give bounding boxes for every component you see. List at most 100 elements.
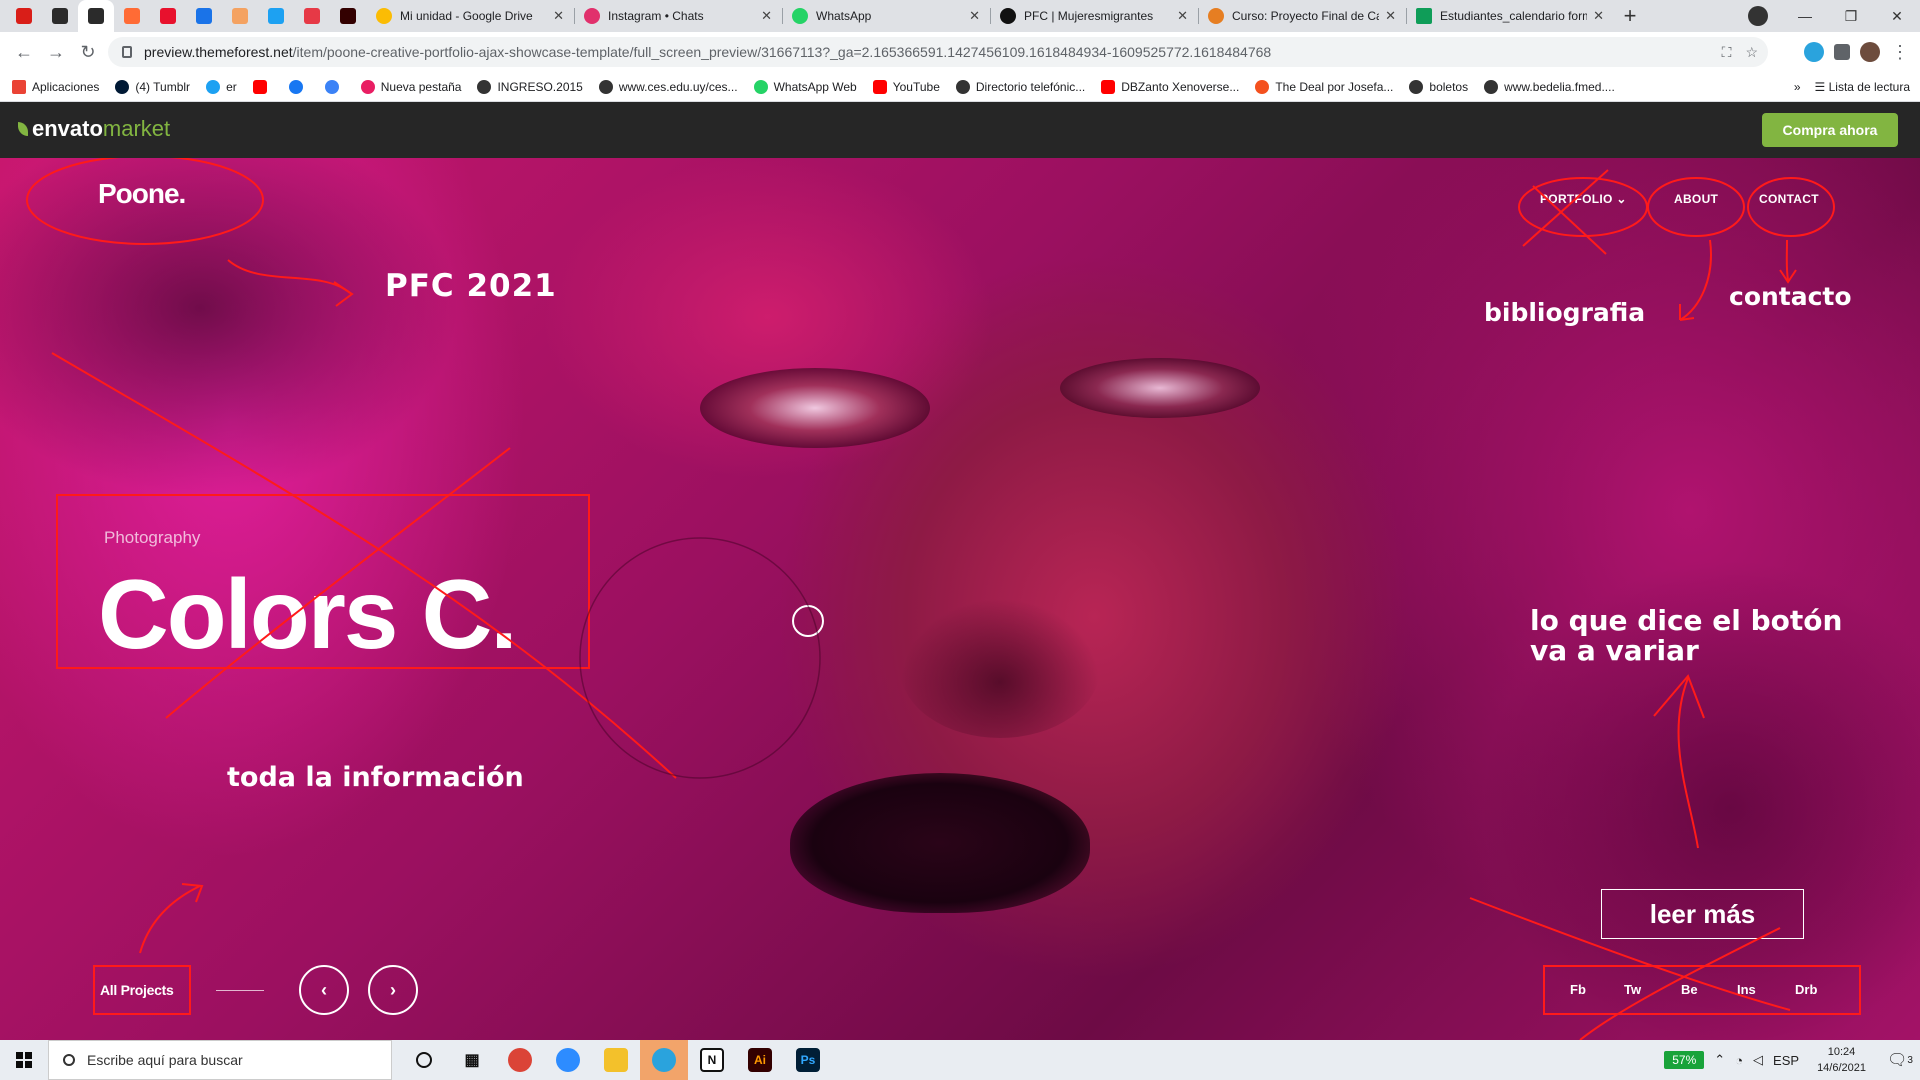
telegram-extension-icon[interactable]	[1804, 42, 1824, 62]
hero-section: Poone. PORTFOLIO ⌄ ABOUT CONTACT Photogr…	[0, 158, 1920, 1040]
language-indicator[interactable]: ESP	[1773, 1053, 1799, 1068]
nav-portfolio[interactable]: PORTFOLIO ⌄	[1532, 186, 1635, 212]
volume-icon[interactable]: ◁	[1753, 1052, 1763, 1068]
cortana-button[interactable]	[400, 1040, 448, 1080]
social-link-tw[interactable]: Tw	[1624, 982, 1641, 997]
pinned-tab[interactable]	[222, 0, 258, 32]
bookmark-item[interactable]	[252, 79, 273, 94]
chevron-left-icon: ‹	[321, 979, 327, 1000]
buy-now-button[interactable]: Compra ahora	[1762, 113, 1898, 147]
bookmark-apps[interactable]: Aplicaciones	[12, 79, 99, 94]
browser-tab[interactable]: Curso: Proyecto Final de Ca ✕	[1198, 0, 1406, 32]
bookmark-item[interactable]	[324, 79, 345, 94]
pinned-tab[interactable]	[150, 0, 186, 32]
close-tab-icon[interactable]: ✕	[1593, 8, 1604, 24]
browser-tab[interactable]: Estudiantes_calendario form ✕	[1406, 0, 1614, 32]
bookmark-item[interactable]: The Deal por Josefa...	[1255, 79, 1393, 94]
restore-button[interactable]: ❐	[1828, 0, 1874, 32]
social-link-ins[interactable]: Ins	[1737, 982, 1756, 997]
address-bar[interactable]: preview.themeforest.net/item/poone-creat…	[108, 37, 1768, 67]
browser-tab[interactable]: Mi unidad - Google Drive ✕	[366, 0, 574, 32]
globe-icon	[477, 79, 492, 94]
more-bookmarks-button[interactable]: »	[1794, 80, 1801, 94]
clock[interactable]: 10:24 14/6/2021	[1817, 1044, 1866, 1076]
file-explorer-button[interactable]	[592, 1040, 640, 1080]
illustrator-taskbar-button[interactable]: Ai	[736, 1040, 784, 1080]
pinned-tab[interactable]	[294, 0, 330, 32]
telegram-taskbar-button[interactable]	[640, 1040, 688, 1080]
envato-logo[interactable]: envatomarket	[18, 116, 170, 142]
social-link-be[interactable]: Be	[1681, 982, 1698, 997]
reading-list-button[interactable]: ☰ Lista de lectura	[1815, 80, 1910, 94]
browser-tab[interactable]: PFC | Mujeresmigrantes ✕	[990, 0, 1198, 32]
minimize-button[interactable]: —	[1782, 0, 1828, 32]
pinned-tab-active[interactable]	[78, 0, 114, 32]
read-more-button[interactable]: leer más	[1601, 889, 1804, 939]
bookmark-item[interactable]: Directorio telefónic...	[955, 79, 1085, 94]
bookmark-item[interactable]: (4) Tumblr	[115, 79, 190, 94]
network-icon[interactable]: ◔	[1735, 1053, 1743, 1068]
project-title[interactable]: Colors C.	[98, 558, 518, 671]
close-tab-icon[interactable]: ✕	[761, 8, 772, 24]
moodle-icon	[1208, 8, 1224, 24]
bookmark-item[interactable]: INGRESO.2015	[477, 79, 583, 94]
battery-indicator[interactable]: 57%	[1664, 1051, 1705, 1069]
browser-tab[interactable]: WhatsApp ✕	[782, 0, 990, 32]
nav-contact[interactable]: CONTACT	[1751, 186, 1827, 212]
social-link-fb[interactable]: Fb	[1570, 982, 1586, 997]
bookmark-item[interactable]: YouTube	[872, 79, 940, 94]
bookmarks-bar: Aplicaciones (4) Tumblr er Nueva pestaña…	[0, 72, 1920, 102]
forward-arrow-icon[interactable]: →	[40, 36, 72, 68]
bookmark-star-icon[interactable]: ☆	[1745, 44, 1758, 61]
whatsapp-icon	[792, 8, 808, 24]
notion-taskbar-button[interactable]: N	[688, 1040, 736, 1080]
prev-slide-button[interactable]: ‹	[299, 965, 349, 1015]
pinned-tab[interactable]	[186, 0, 222, 32]
bookmark-item[interactable]: Nueva pestaña	[360, 79, 461, 94]
nav-about[interactable]: ABOUT	[1666, 186, 1726, 212]
bookmark-item[interactable]: www.bedelia.fmed....	[1484, 79, 1615, 94]
back-arrow-icon[interactable]: ←	[8, 36, 40, 68]
bookmark-item[interactable]: WhatsApp Web	[753, 79, 857, 94]
close-tab-icon[interactable]: ✕	[1385, 8, 1396, 24]
pinned-tab[interactable]	[258, 0, 294, 32]
close-window-button[interactable]: ✕	[1874, 0, 1920, 32]
close-tab-icon[interactable]: ✕	[969, 8, 980, 24]
bookmark-item[interactable]: DBZanto Xenoverse...	[1101, 79, 1239, 94]
next-slide-button[interactable]: ›	[368, 965, 418, 1015]
taskbar-search[interactable]: Escribe aquí para buscar	[48, 1040, 392, 1080]
task-view-button[interactable]: ▦	[448, 1040, 496, 1080]
profile-avatar[interactable]	[1860, 42, 1880, 62]
reload-icon[interactable]: ↻	[72, 36, 104, 68]
bookmark-item[interactable]: boletos	[1409, 79, 1468, 94]
pinned-tab[interactable]	[114, 0, 150, 32]
pinned-tab[interactable]	[42, 0, 78, 32]
photoshop-taskbar-button[interactable]: Ps	[784, 1040, 832, 1080]
pinned-tab[interactable]	[330, 0, 366, 32]
tab-search-icon[interactable]	[1748, 6, 1768, 26]
zoom-taskbar-button[interactable]	[544, 1040, 592, 1080]
photo-eye-left	[700, 368, 930, 448]
close-tab-icon[interactable]: ✕	[553, 8, 564, 24]
translate-icon[interactable]: ⛶	[1722, 44, 1732, 61]
site-logo[interactable]: Poone.	[98, 178, 186, 210]
bookmark-item[interactable]: er	[206, 79, 237, 94]
annotation-button-note-1: lo que dice el botón	[1530, 604, 1843, 637]
pinned-tab[interactable]	[6, 0, 42, 32]
close-tab-icon[interactable]: ✕	[1177, 8, 1188, 24]
pinned-tabs	[0, 0, 366, 32]
extensions-puzzle-icon[interactable]	[1834, 44, 1850, 60]
browser-tab[interactable]: Instagram • Chats ✕	[574, 0, 782, 32]
social-link-drb[interactable]: Drb	[1795, 982, 1817, 997]
show-hidden-icons-icon[interactable]: ⌃	[1714, 1052, 1725, 1068]
bookmark-item[interactable]	[288, 79, 309, 94]
chrome-taskbar-button[interactable]	[496, 1040, 544, 1080]
new-tab-button[interactable]: +	[1614, 0, 1646, 32]
notifications-button[interactable]: 🗨 3	[1880, 1040, 1920, 1080]
bookmark-item[interactable]: www.ces.edu.uy/ces...	[598, 79, 738, 94]
reading-list-icon: ☰	[1814, 79, 1829, 94]
menu-kebab-icon[interactable]: ⋮	[1890, 42, 1910, 62]
social-links: Drb	[1795, 982, 1817, 997]
all-projects-link[interactable]: All Projects	[100, 982, 174, 998]
start-button[interactable]	[0, 1040, 48, 1080]
